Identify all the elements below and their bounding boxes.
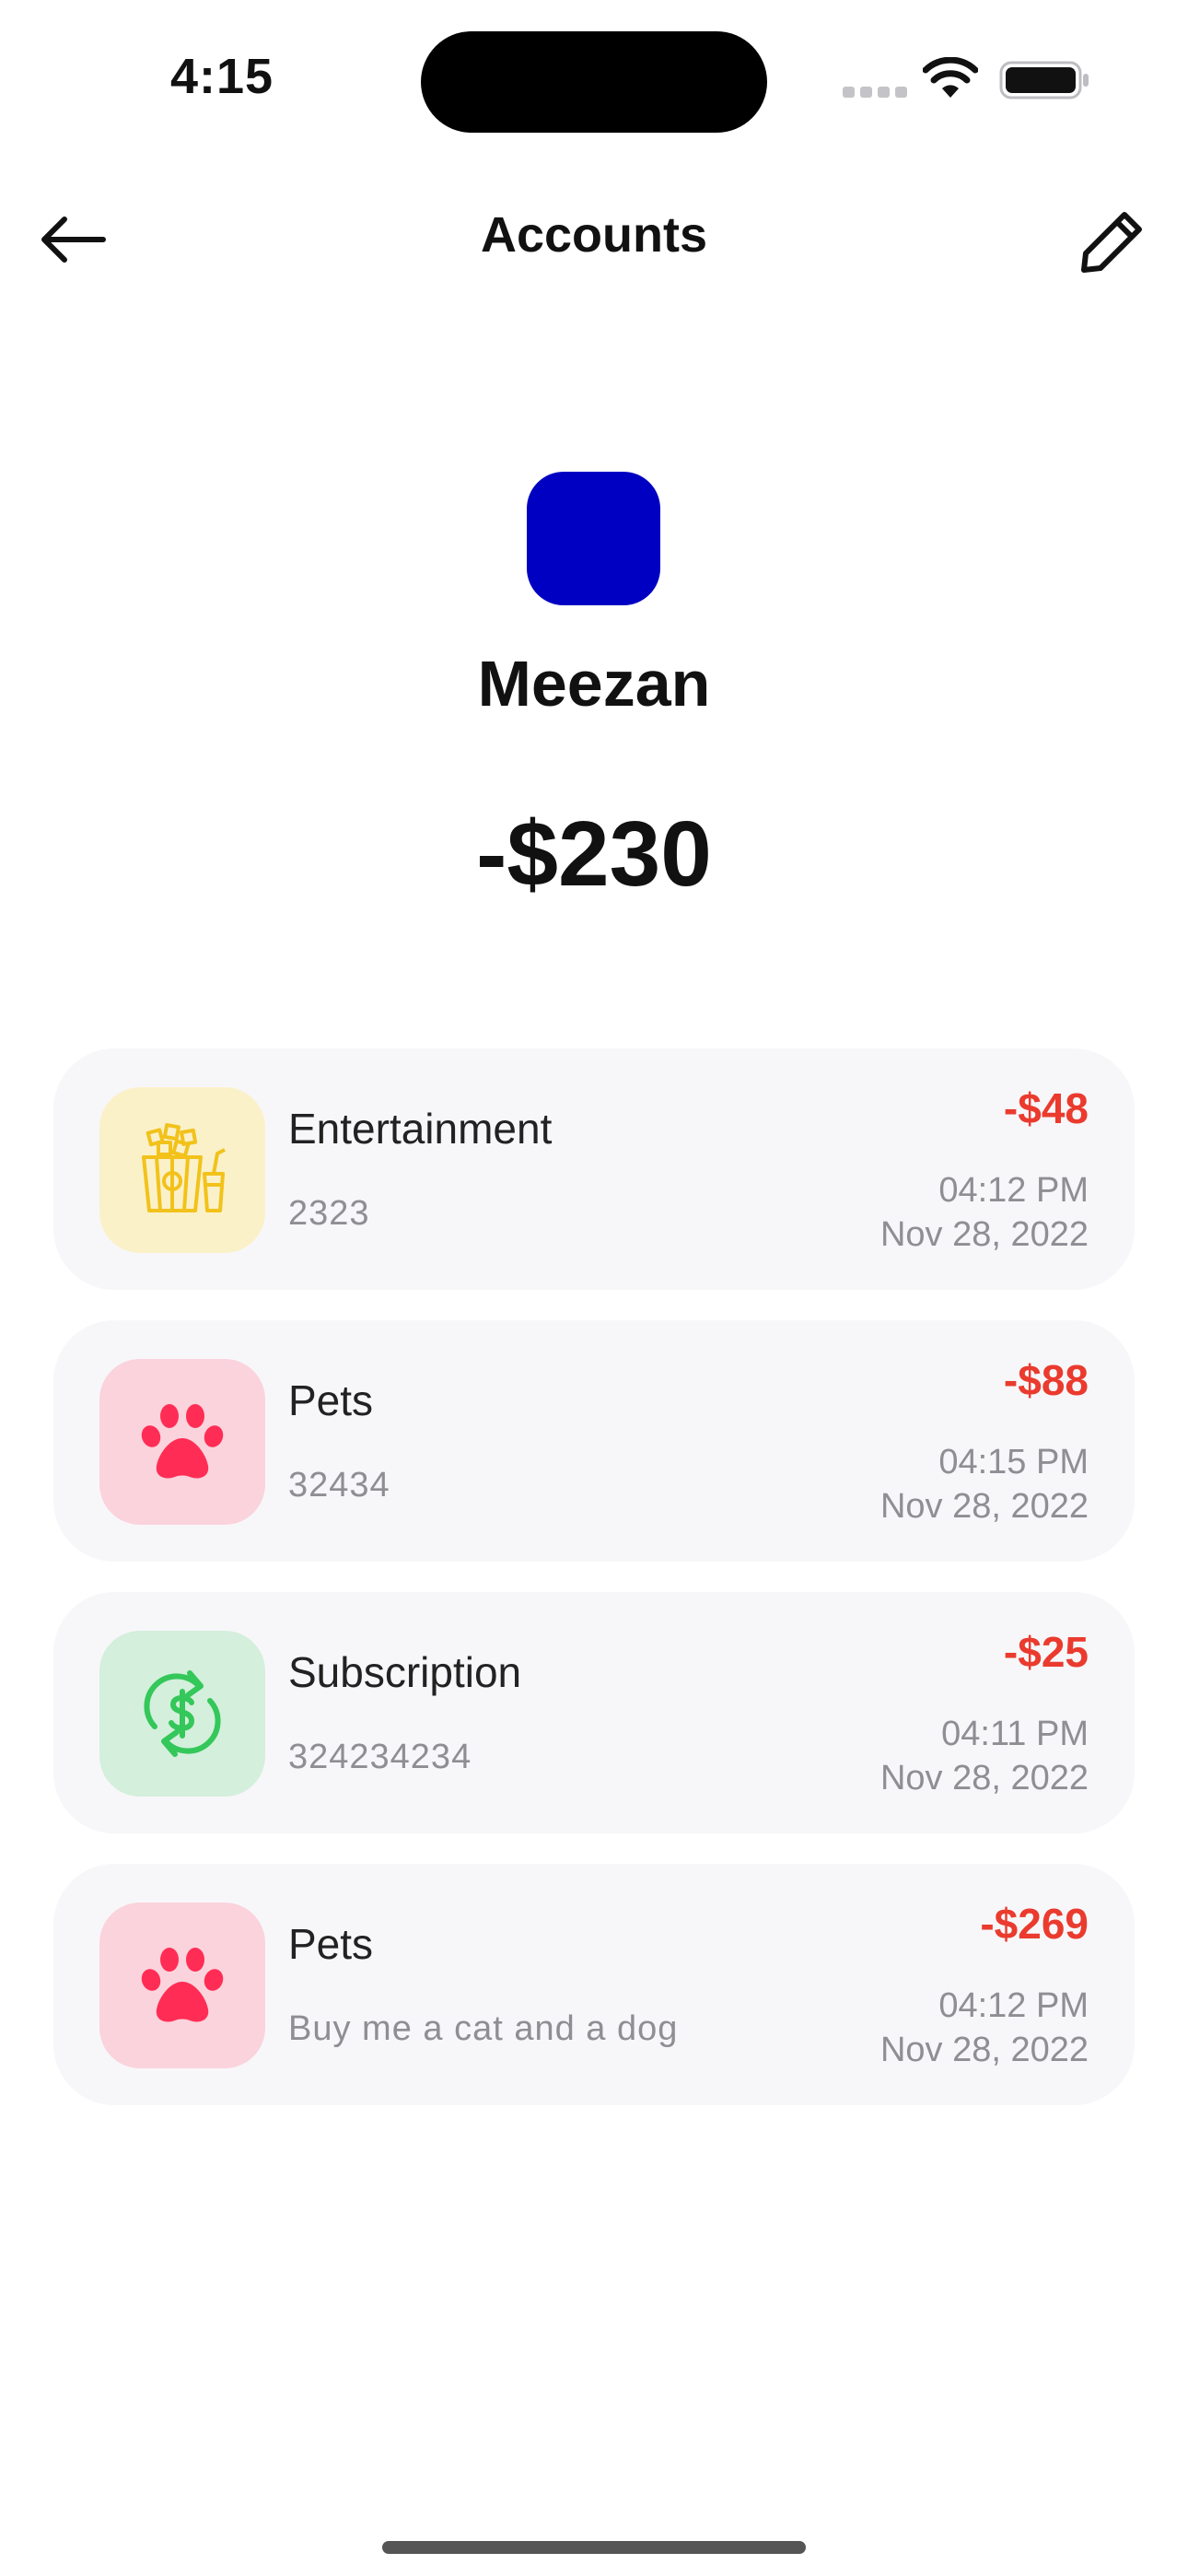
transaction-amount: -$48 (1003, 1084, 1089, 1132)
transaction-datetime: 04:11 PM Nov 28, 2022 (880, 1712, 1089, 1800)
transaction-datetime: 04:12 PM Nov 28, 2022 (880, 1168, 1089, 1257)
wifi-icon (923, 57, 978, 98)
transaction-date: Nov 28, 2022 (879, 2031, 1089, 2069)
transaction-time: 04:12 PM (938, 1986, 1089, 2025)
recurring-dollar-icon (144, 1670, 221, 1757)
transaction-list: Entertainment 2323 -$48 04:12 PM Nov 28,… (53, 1048, 1135, 2136)
transaction-category: Entertainment (288, 1105, 553, 1153)
cellular-signal-icon (843, 87, 907, 100)
transaction-time: 04:12 PM (938, 1171, 1089, 1210)
account-name: Meezan (477, 648, 711, 720)
battery-icon (999, 61, 1089, 100)
transaction-note: 2323 (288, 1194, 370, 1233)
transaction-category-icon (99, 1359, 265, 1525)
transaction-date: Nov 28, 2022 (879, 1759, 1089, 1797)
popcorn-icon (142, 1123, 226, 1212)
transaction-card[interactable]: Pets Buy me a cat and a dog -$269 04:12 … (53, 1864, 1135, 2105)
transaction-card[interactable]: Pets 32434 -$88 04:15 PM Nov 28, 2022 (53, 1320, 1135, 1562)
transaction-time: 04:11 PM (941, 1715, 1089, 1753)
transaction-note: Buy me a cat and a dog (288, 2009, 679, 2048)
transaction-amount: -$269 (980, 1900, 1089, 1948)
transaction-date: Nov 28, 2022 (879, 1215, 1089, 1254)
transaction-datetime: 04:12 PM Nov 28, 2022 (880, 1984, 1089, 2072)
paw-icon (141, 1404, 224, 1479)
transaction-note: 32434 (288, 1466, 390, 1505)
transaction-note: 324234234 (288, 1738, 472, 1776)
transaction-category: Subscription (288, 1648, 522, 1696)
status-bar: 4:15 (0, 0, 1188, 157)
page-title: Accounts (480, 207, 708, 263)
account-color-swatch (527, 472, 660, 605)
transaction-date: Nov 28, 2022 (879, 1487, 1089, 1526)
transaction-category-icon (99, 1087, 265, 1253)
home-indicator[interactable] (382, 2541, 806, 2554)
transaction-category: Pets (288, 1920, 374, 1968)
edit-button[interactable] (1068, 197, 1157, 286)
transaction-datetime: 04:15 PM Nov 28, 2022 (880, 1440, 1089, 1528)
navigation-bar: Accounts (0, 184, 1188, 295)
transaction-card[interactable]: Entertainment 2323 -$48 04:12 PM Nov 28,… (53, 1048, 1135, 1290)
transaction-time: 04:15 PM (938, 1443, 1089, 1481)
transaction-category-icon (99, 1631, 265, 1797)
paw-icon (141, 1948, 224, 2022)
account-balance: -$230 (476, 802, 712, 906)
pencil-icon (1081, 212, 1142, 273)
transaction-category: Pets (288, 1376, 374, 1424)
transaction-amount: -$25 (1003, 1628, 1089, 1676)
transaction-category-icon (99, 1903, 265, 2068)
transaction-card[interactable]: Subscription 324234234 -$25 04:11 PM Nov… (53, 1592, 1135, 1833)
transaction-amount: -$88 (1003, 1356, 1089, 1404)
status-time: 4:15 (170, 49, 274, 104)
dynamic-island (421, 31, 767, 133)
